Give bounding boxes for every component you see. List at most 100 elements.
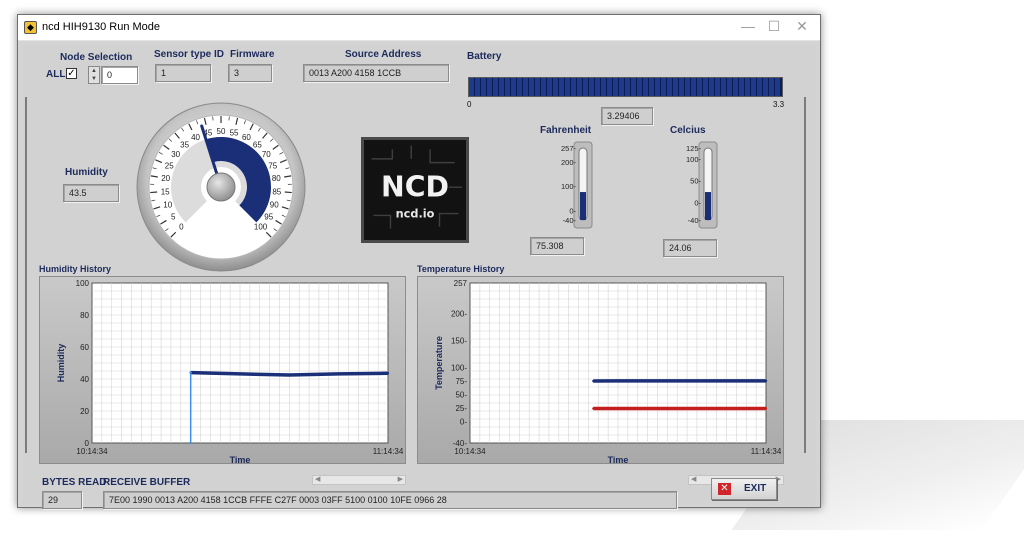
gauge-scale-label: 35 — [180, 140, 189, 149]
scroll-left-icon[interactable]: ◀ — [315, 476, 320, 484]
close-button[interactable]: ✕ — [792, 18, 812, 35]
gauge-scale-label: 50 — [217, 127, 226, 136]
celcius-thermometer: 125- 100- 50- 0- -40- — [686, 141, 718, 229]
fahrenheit-thermometer: 257- 200- 100- 0--40- — [561, 141, 593, 229]
title-bar[interactable]: ◆ ncd HIH9130 Run Mode — ☐ ✕ — [18, 15, 820, 41]
gauge-scale-label: 20 — [161, 174, 170, 183]
data-point — [189, 441, 192, 445]
gauge-scale-label: 70 — [262, 150, 271, 159]
temperature-chart-frame: -40- 0- 25- 50- 75- 100- 150- 200- 257 10:14:34 11… — [417, 276, 784, 465]
logo-brand-glyphs: NCD — [381, 171, 449, 204]
firmware-value: 3 — [228, 64, 272, 82]
scroll-right-icon[interactable]: ▶ — [398, 476, 403, 484]
source-address-value: 0013 A200 4158 1CCB — [303, 64, 449, 82]
humidity-value: 43.5 — [63, 184, 119, 202]
data-point — [189, 371, 192, 374]
receive-buffer-label: RECEIVE BUFFER — [103, 477, 191, 488]
battery-bar — [468, 77, 783, 97]
thermo-scale-label: -40- — [688, 216, 702, 225]
sensor-type-label: Sensor type ID — [154, 49, 225, 60]
y-tick-label: 40 — [80, 375, 89, 384]
gauge-scale-label: 75 — [268, 162, 277, 171]
node-stepper[interactable]: ▲ ▼ — [88, 66, 100, 84]
gauge-scale-label: 100 — [254, 223, 268, 232]
data-point — [288, 373, 291, 377]
gauge-scale-label: 85 — [272, 187, 281, 196]
sensor-type-value: 1 — [155, 64, 211, 82]
x-tick-label: 10:14:34 — [76, 447, 108, 456]
source-address-label: Source Address — [345, 49, 422, 60]
node-selection-label: Node Selection — [60, 52, 133, 63]
thermo-scale-label: -40- — [563, 216, 577, 225]
x-tick-label: 11:14:34 — [373, 447, 404, 456]
gauge-scale-label: 95 — [264, 212, 273, 221]
gauge-scale-label: 25 — [165, 162, 174, 171]
data-point — [238, 372, 242, 376]
thermo-fill — [705, 192, 711, 220]
y-tick-label: 200- — [451, 310, 467, 319]
data-point — [715, 407, 718, 410]
receive-buffer-value: 7E00 1990 0013 A200 4158 1CCB FFFE C27F … — [103, 491, 677, 509]
humidity-chart-title: Humidity History — [39, 264, 112, 274]
node-selection-input[interactable]: 0 — [101, 66, 138, 84]
y-tick-label: 100- — [451, 364, 467, 373]
data-point — [592, 379, 595, 383]
thermo-fill — [580, 192, 586, 220]
exit-icon: ✕ — [718, 483, 731, 495]
data-point — [616, 379, 620, 383]
gauge-scale-label: 15 — [161, 187, 170, 196]
y-tick-label: 60 — [80, 343, 89, 352]
left-divider — [25, 97, 27, 453]
fahrenheit-value: 75.308 — [530, 237, 584, 255]
y-tick-label: 75- — [455, 377, 467, 386]
battery-fill — [469, 78, 782, 96]
scroll-left-icon[interactable]: ◀ — [691, 476, 696, 484]
stepper-down-icon[interactable]: ▼ — [89, 75, 99, 83]
gauge-hub — [206, 172, 236, 202]
y-tick-label: 20 — [80, 407, 89, 416]
temperature-chart: -40-0-25-50-75-100-150-200-25710:14:34 11… — [434, 279, 782, 465]
thermo-scale-label: 200- — [561, 158, 577, 167]
gauge-scale-label: 10 — [163, 200, 172, 209]
data-point — [764, 379, 768, 383]
data-point — [666, 379, 669, 383]
battery-label: Battery — [467, 51, 502, 62]
exit-button[interactable]: ✕ EXIT — [711, 478, 777, 500]
y-tick-label: 150- — [451, 337, 467, 346]
bytes-read-label: BYTES READ — [42, 477, 107, 488]
app-window: ◆ ncd HIH9130 Run Mode — ☐ ✕ Node Select… — [17, 14, 821, 509]
y-axis-label: Temperature — [434, 336, 444, 390]
ncd-logo-art: NCD ncd.io — [364, 140, 466, 240]
window-title: ncd HIH9130 Run Mode — [42, 21, 161, 33]
right-divider — [804, 97, 806, 453]
front-panel: Node Selection ALL ✓ ▲ ▼ 0 Sensor type I… — [23, 45, 816, 509]
gauge-scale-label: 90 — [270, 200, 279, 209]
minimize-button[interactable]: — — [738, 18, 758, 34]
maximize-button[interactable]: ☐ — [764, 18, 784, 35]
humidity-chart: 02040608010010:14:34 11:14:34TimeHumidity — [56, 279, 404, 465]
y-tick-label: 0- — [460, 417, 467, 426]
gauge-tick — [150, 191, 158, 194]
gauge-scale-label: 60 — [242, 133, 251, 142]
data-point — [386, 372, 390, 375]
ncd-logo: NCD ncd.io — [361, 137, 469, 243]
y-tick-label: 100 — [76, 279, 90, 288]
humidity-chart-frame: 0 20 40 60 80 100 10:14:34 11:14:34 Time Humidity — [39, 276, 406, 465]
stepper-up-icon[interactable]: ▲ — [89, 67, 99, 75]
thermo-scale-label: 100- — [561, 182, 577, 191]
chart-grid — [470, 283, 766, 443]
gauge-scale-label: 80 — [272, 174, 281, 183]
gauge-scale-label: 0 — [179, 223, 184, 232]
data-point — [592, 407, 595, 410]
exit-button-label: EXIT — [744, 483, 767, 494]
gauge-tick — [284, 191, 292, 194]
buffer-scrollbar[interactable]: ◀ ▶ — [312, 475, 406, 485]
data-point — [715, 379, 718, 383]
y-tick-label: 257 — [454, 279, 468, 288]
bytes-read-value: 29 — [42, 491, 82, 509]
data-point — [666, 407, 669, 410]
gauge-scale-label: 5 — [171, 212, 176, 221]
all-checkbox[interactable]: ✓ — [66, 68, 77, 79]
gauge-scale-label: 55 — [230, 129, 239, 138]
fahrenheit-label: Fahrenheit — [540, 125, 592, 136]
